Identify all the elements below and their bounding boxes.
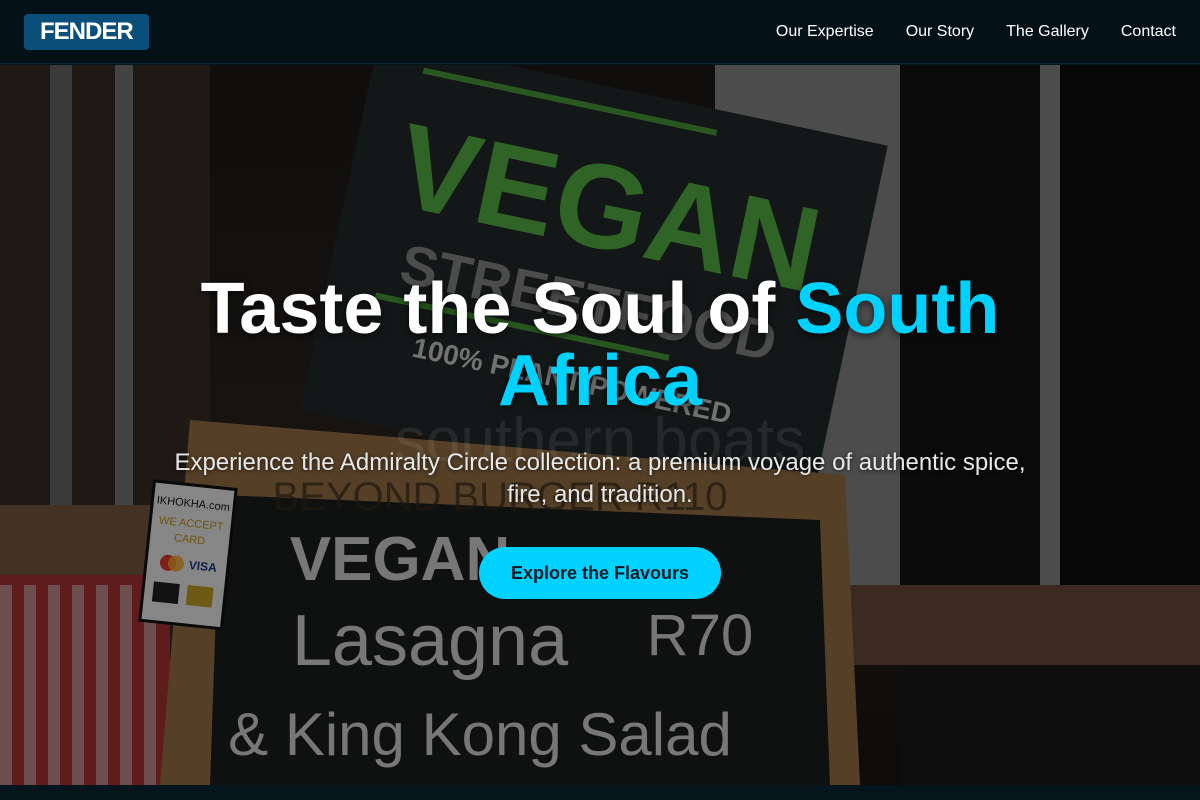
bottom-band xyxy=(0,785,1200,800)
hero-section: VEGAN STREETFOOD 100% PLANT POWERED BEYO… xyxy=(0,65,1200,785)
hero-title-main: Taste the Soul of xyxy=(200,269,796,349)
brand-logo[interactable]: FENDER xyxy=(24,13,149,50)
nav-link-our-expertise[interactable]: Our Expertise xyxy=(776,23,874,41)
nav-link-the-gallery[interactable]: The Gallery xyxy=(1006,23,1089,41)
hero-title: Taste the Soul of South Africa xyxy=(170,273,1030,417)
nav-link-our-story[interactable]: Our Story xyxy=(906,23,974,41)
nav-links: Our Expertise Our Story The Gallery Cont… xyxy=(776,23,1176,41)
page: FENDER Our Expertise Our Story The Galle… xyxy=(0,0,1200,800)
explore-flavours-button[interactable]: Explore the Flavours xyxy=(479,547,721,599)
hero-content: Taste the Soul of South Africa Experienc… xyxy=(0,65,1200,785)
navbar: FENDER Our Expertise Our Story The Galle… xyxy=(0,0,1200,64)
hero-subtitle: Experience the Admiralty Circle collecti… xyxy=(174,449,1026,508)
nav-link-contact[interactable]: Contact xyxy=(1121,23,1176,41)
